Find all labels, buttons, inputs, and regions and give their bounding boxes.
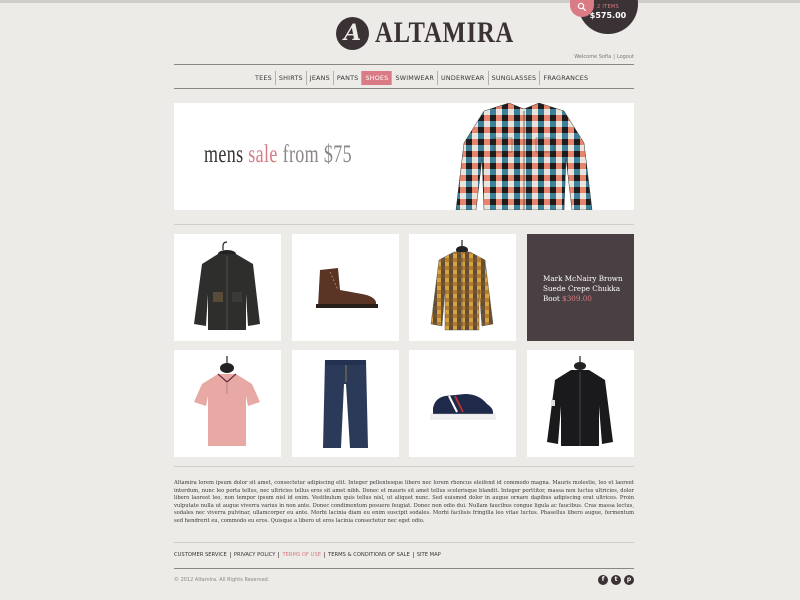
account-separator: | bbox=[613, 54, 615, 60]
shirt-image bbox=[430, 240, 494, 331]
product-tile-track-jacket[interactable] bbox=[527, 350, 634, 457]
footer-bottom-divider bbox=[174, 568, 634, 569]
social-links: f t p bbox=[598, 575, 634, 585]
account-links: Welcome Sofia | Logout bbox=[574, 54, 634, 60]
nav-item-jeans[interactable]: JEANS bbox=[307, 71, 334, 85]
footer-link-customer-service[interactable]: CUSTOMER SERVICE bbox=[174, 552, 230, 558]
welcome-text: Welcome Sofia bbox=[574, 54, 612, 60]
about-text: Altamira lorem ipsum dolor sit amet, con… bbox=[174, 480, 634, 524]
polo-image bbox=[194, 356, 260, 446]
logo[interactable]: A ALTAMIRA bbox=[336, 16, 545, 50]
copyright: © 2012 Altamira. All Rights Reserved. bbox=[174, 577, 270, 583]
nav-item-swimwear[interactable]: SWIMWEAR bbox=[392, 71, 438, 85]
nav-divider bbox=[174, 88, 634, 89]
nav-item-tees[interactable]: TEES bbox=[252, 71, 276, 85]
logo-mark-icon: A bbox=[336, 16, 369, 50]
pinterest-icon[interactable]: p bbox=[624, 575, 634, 585]
banner-text-sale: sale bbox=[248, 141, 278, 168]
product-tile-polo[interactable] bbox=[174, 350, 281, 457]
nav-item-fragrances[interactable]: FRAGRANCES bbox=[540, 71, 591, 85]
jacket-image bbox=[194, 241, 260, 330]
header-divider bbox=[174, 64, 634, 65]
track-jacket-image bbox=[547, 356, 613, 446]
product-tile-jacket[interactable] bbox=[174, 234, 281, 341]
footer-top-divider bbox=[174, 542, 634, 543]
facebook-icon[interactable]: f bbox=[598, 575, 608, 585]
product-tile-sneaker[interactable] bbox=[409, 350, 516, 457]
banner-divider bbox=[174, 224, 634, 225]
featured-product-info: Mark McNairy Brown Suede Crepe Chukka Bo… bbox=[543, 274, 627, 304]
footer-link-terms-of-use[interactable]: TERMS OF USE bbox=[278, 552, 324, 558]
product-tile-jeans[interactable] bbox=[292, 350, 399, 457]
main-nav: TEES SHIRTS JEANS PANTS SHOES SWIMWEAR U… bbox=[252, 71, 591, 85]
promo-banner[interactable]: mens sale from $75 bbox=[174, 103, 634, 210]
banner-shirt-image bbox=[455, 103, 593, 210]
footer-link-privacy-policy[interactable]: PRIVACY POLICY bbox=[229, 552, 279, 558]
footer-link-site-map[interactable]: SITE MAP bbox=[412, 552, 444, 558]
sneaker-image bbox=[430, 394, 496, 420]
jeans-image bbox=[323, 360, 368, 448]
logo-text: ALTAMIRA bbox=[375, 16, 515, 49]
featured-product-price: $309.00 bbox=[562, 294, 592, 303]
nav-item-underwear[interactable]: UNDERWEAR bbox=[438, 71, 489, 85]
featured-product-tile[interactable]: Mark McNairy Brown Suede Crepe Chukka Bo… bbox=[527, 234, 634, 341]
nav-item-shirts[interactable]: SHIRTS bbox=[276, 71, 307, 85]
logout-link[interactable]: Logout bbox=[617, 54, 634, 60]
search-icon bbox=[577, 2, 587, 12]
footer-link-terms-conditions[interactable]: TERMS & CONDITIONS OF SALE bbox=[324, 552, 413, 558]
banner-text-from: from $75 bbox=[277, 141, 352, 168]
nav-item-pants[interactable]: PANTS bbox=[334, 71, 363, 85]
nav-item-sunglasses[interactable]: SUNGLASSES bbox=[489, 71, 541, 85]
nav-item-shoes[interactable]: SHOES bbox=[362, 71, 393, 85]
grid-divider bbox=[174, 466, 634, 467]
product-tile-boot[interactable] bbox=[292, 234, 399, 341]
footer-nav: CUSTOMER SERVICE PRIVACY POLICY TERMS OF… bbox=[174, 552, 444, 558]
product-tile-plaid-shirt[interactable] bbox=[409, 234, 516, 341]
banner-headline: mens sale from $75 bbox=[204, 141, 352, 169]
banner-text-mens: mens bbox=[204, 141, 249, 168]
boot-image bbox=[316, 268, 378, 308]
top-border bbox=[0, 0, 800, 3]
twitter-icon[interactable]: t bbox=[611, 575, 621, 585]
